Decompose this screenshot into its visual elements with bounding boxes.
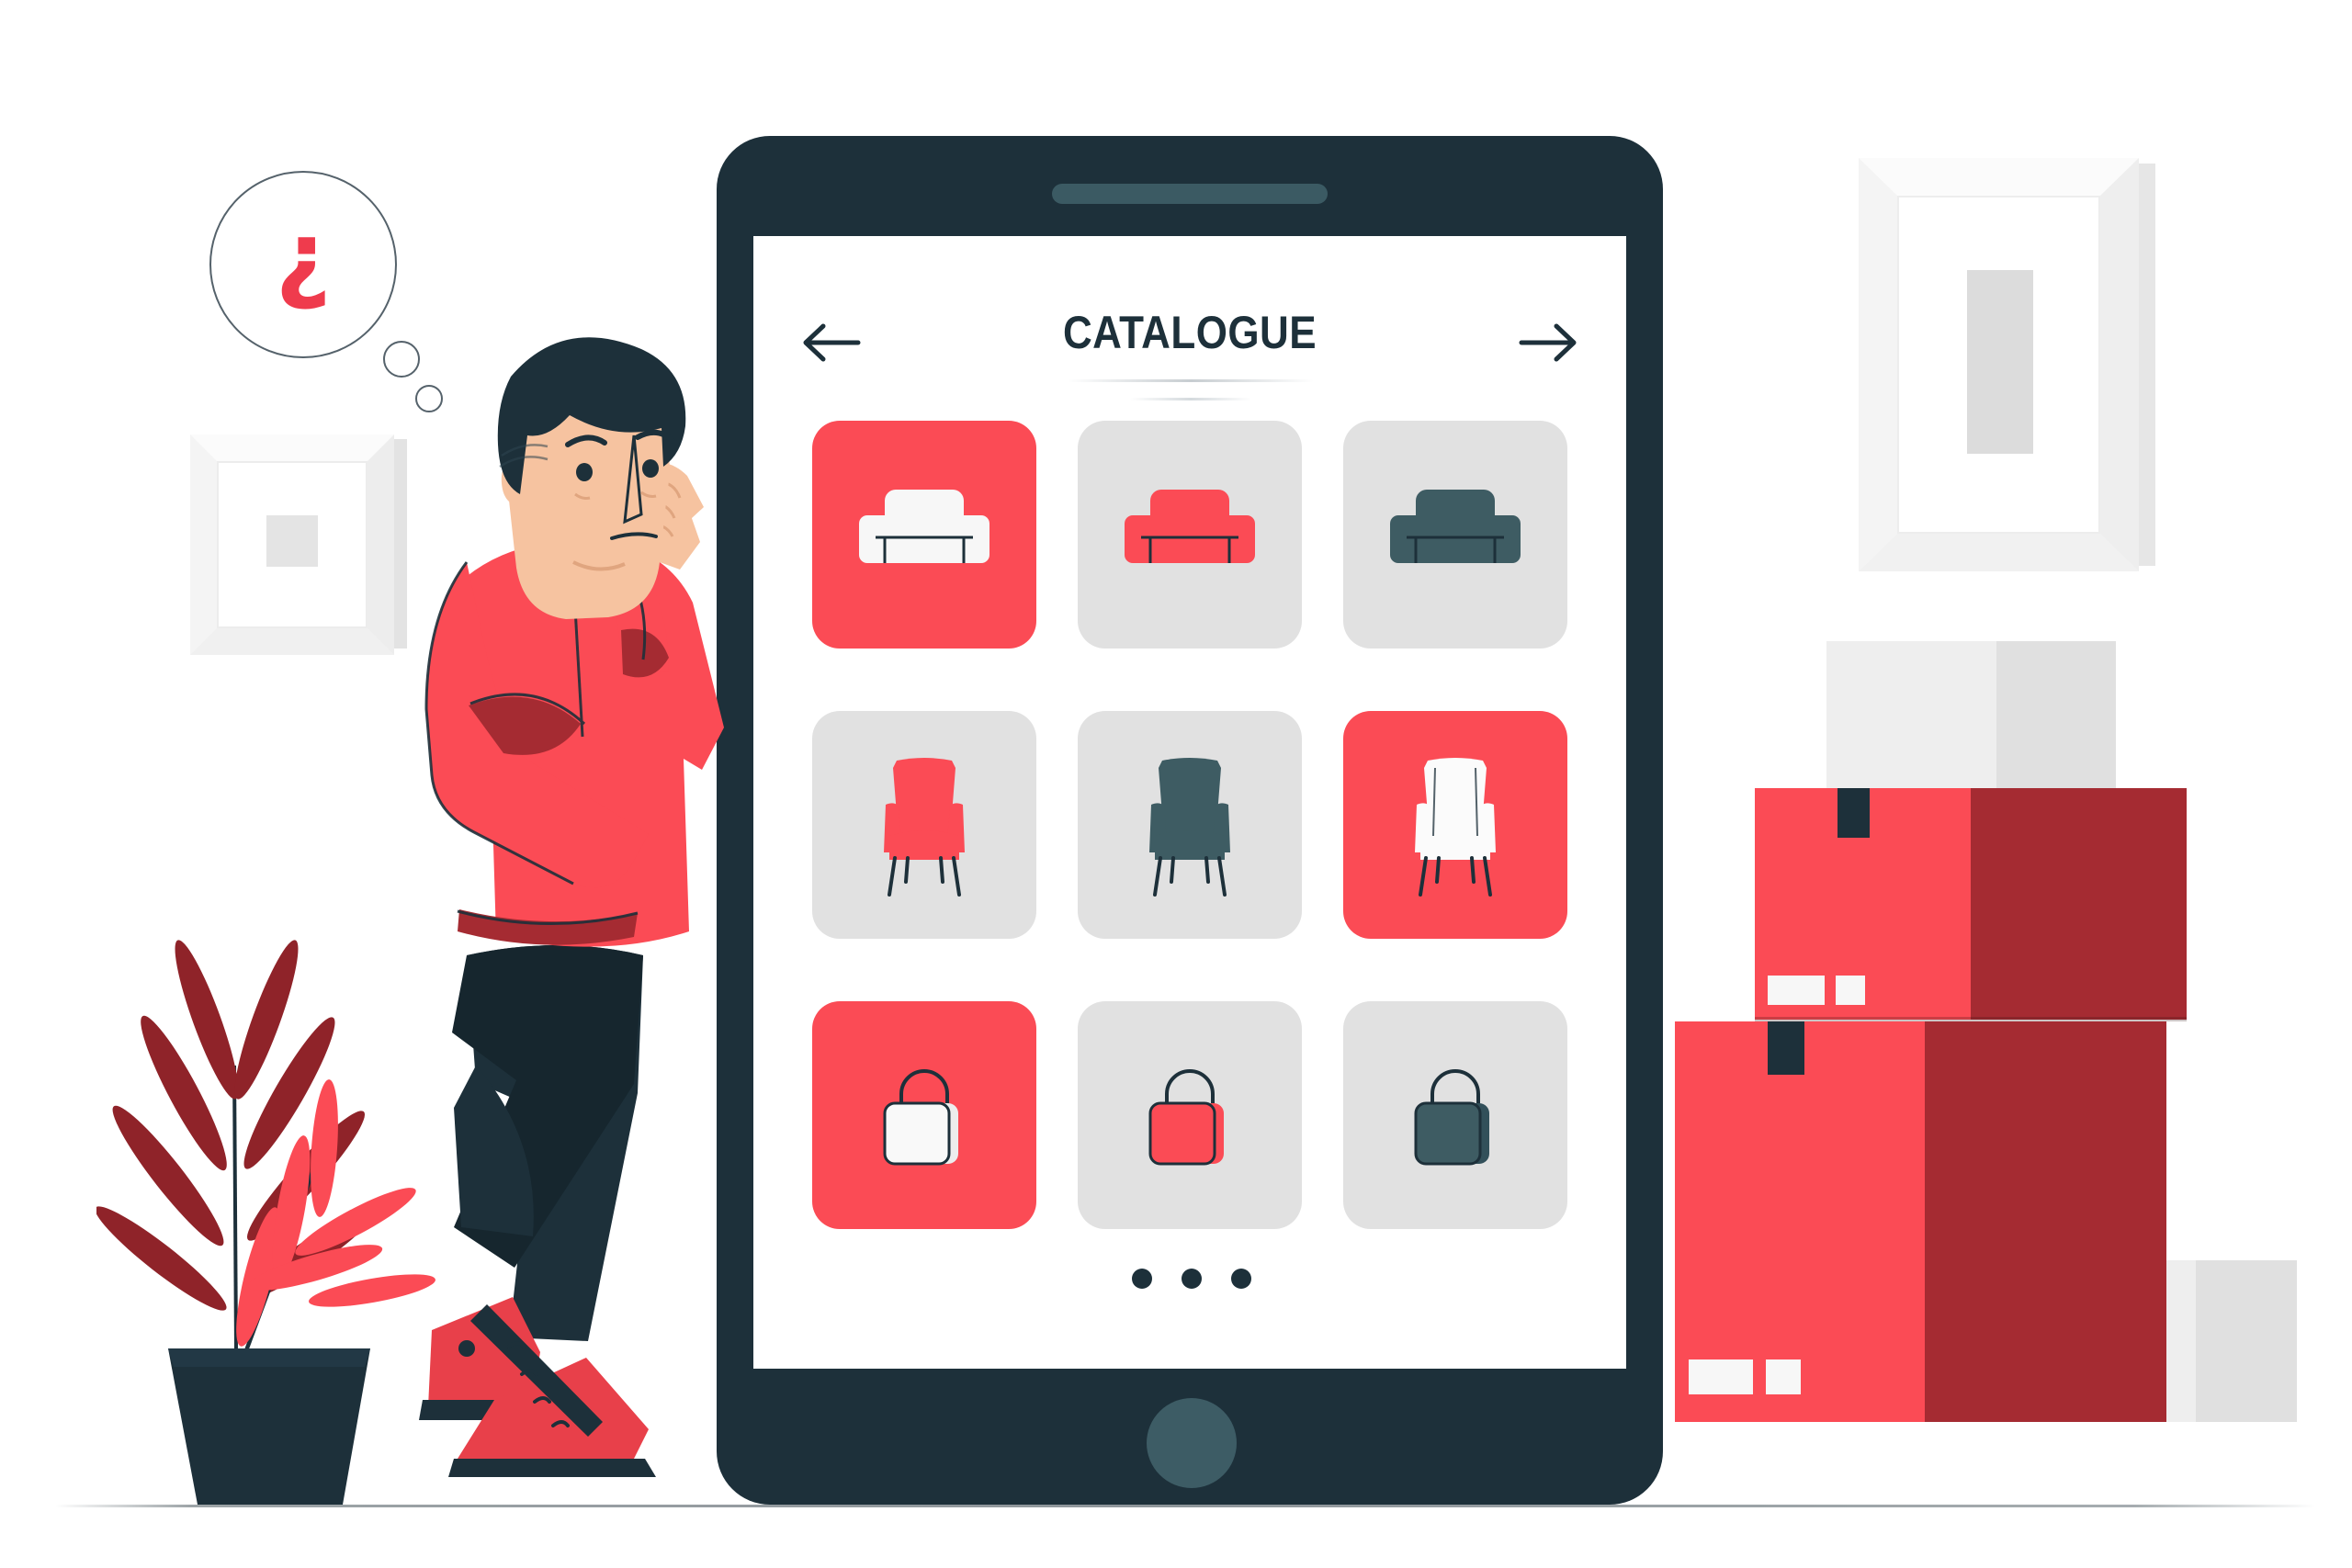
sofa-icon: [1390, 490, 1521, 563]
product-tile-handbag-white[interactable]: [812, 1001, 1036, 1229]
product-tile-armchair-teal[interactable]: [1078, 711, 1302, 939]
speaker-grille-icon: [1052, 184, 1328, 204]
thought-bubble-small: [415, 385, 443, 412]
thought-bubble-small: [383, 341, 420, 378]
question-mark-icon: ¿: [275, 201, 332, 313]
plant-pot: [168, 1348, 370, 1505]
frame-artwork: [266, 515, 318, 567]
handbag-icon: [883, 1069, 958, 1166]
sofa-icon: [1125, 490, 1255, 563]
armchair-icon: [884, 758, 965, 897]
pagination-dot[interactable]: [1132, 1269, 1152, 1289]
thinking-person: [358, 276, 799, 1516]
eye-left: [576, 463, 593, 481]
person-legs: [452, 945, 643, 1341]
box-upper: [1755, 788, 2187, 1021]
sofa-icon: [859, 490, 989, 563]
box-label: [1836, 976, 1865, 1005]
home-button[interactable]: [1147, 1398, 1237, 1488]
box-top-small: [1826, 641, 2116, 807]
product-grid: [812, 421, 1567, 1229]
arrow-right-icon[interactable]: [1516, 315, 1580, 370]
box-label: [1689, 1359, 1753, 1394]
box-lower: [1675, 1021, 2166, 1422]
title-underline-secondary: [1130, 398, 1251, 400]
thought-bubble: ¿: [209, 171, 397, 358]
box-label: [1768, 976, 1825, 1005]
ground-line: [55, 1505, 2315, 1507]
catalogue-header: CATALOGUE: [799, 299, 1580, 400]
portrait-picture-frame: [1859, 158, 2162, 571]
product-tile-sofa-white[interactable]: [812, 421, 1036, 649]
box-tape: [1838, 788, 1870, 838]
product-tile-handbag-teal[interactable]: [1343, 1001, 1567, 1229]
title-underline: [1068, 379, 1314, 382]
eye-right: [642, 459, 659, 478]
illustration-canvas: CATALOGUE ¿: [0, 0, 2352, 1568]
armchair-icon: [1149, 758, 1230, 897]
pagination-dot[interactable]: [1231, 1269, 1251, 1289]
product-tile-sofa-red[interactable]: [1078, 421, 1302, 649]
product-tile-sofa-teal[interactable]: [1343, 421, 1567, 649]
pagination-dot[interactable]: [1182, 1269, 1202, 1289]
product-tile-handbag-red[interactable]: [1078, 1001, 1302, 1229]
box-small-right: [2166, 1260, 2297, 1422]
page-title: CATALOGUE: [1062, 307, 1317, 358]
pagination-dots[interactable]: [1132, 1268, 1251, 1290]
armchair-icon: [1415, 758, 1496, 897]
product-tile-armchair-red[interactable]: [812, 711, 1036, 939]
product-tile-armchair-white[interactable]: [1343, 711, 1567, 939]
box-tape: [1768, 1021, 1804, 1075]
handbag-icon: [1414, 1069, 1489, 1166]
cardboard-box-stack: [1672, 634, 2324, 1506]
handbag-icon: [1148, 1069, 1224, 1166]
frame-artwork: [1967, 270, 2033, 454]
box-label: [1766, 1359, 1801, 1394]
